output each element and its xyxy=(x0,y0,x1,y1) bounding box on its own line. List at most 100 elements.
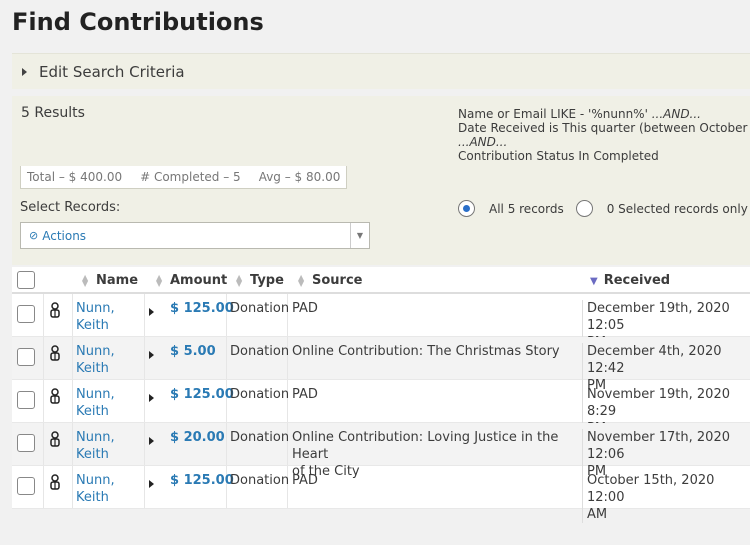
results-panel: 5 Results Name or Email LIKE - '%nunn%' … xyxy=(12,96,750,265)
amount-link[interactable]: $ 125.00 xyxy=(170,473,234,488)
source-cell: PAD xyxy=(292,301,318,316)
select-records-label: Select Records: xyxy=(20,200,121,215)
table-row: Nunn, Keith $ 125.00 Donation PAD Decembe… xyxy=(12,294,750,351)
table-row: Nunn, Keith $ 20.00 Donation Online Contr… xyxy=(12,423,750,480)
person-icon xyxy=(48,302,62,322)
header-amount[interactable]: ▲ ▼ Amount xyxy=(156,273,227,288)
contact-name-link[interactable]: Nunn, Keith xyxy=(76,386,115,420)
amount-link[interactable]: $ 125.00 xyxy=(170,301,234,316)
contact-name-link[interactable]: Nunn, Keith xyxy=(76,472,115,506)
row-checkbox[interactable] xyxy=(17,305,35,323)
header-source-label: Source xyxy=(312,273,363,288)
table-row: Nunn, Keith $ 5.00 Donation Online Contri… xyxy=(12,337,750,394)
name-last: Nunn, xyxy=(76,387,115,402)
name-last: Nunn, xyxy=(76,473,115,488)
expand-row-icon[interactable] xyxy=(149,480,154,488)
sort-icon: ▲ ▼ xyxy=(298,272,305,288)
source-cell: PAD xyxy=(292,387,318,402)
results-summary: Total – $ 400.00 # Completed – 5 Avg – $… xyxy=(20,166,348,189)
header-name-label: Name xyxy=(96,273,139,288)
sort-icon: ▲ ▼ xyxy=(156,272,163,288)
expand-row-icon[interactable] xyxy=(149,437,154,445)
received-date: December 4th, 2020 12:42 xyxy=(587,344,722,376)
radio-all-label: All 5 records xyxy=(489,201,564,216)
name-last: Nunn, xyxy=(76,344,115,359)
header-received-label: Received xyxy=(603,273,671,288)
expand-triangle-icon xyxy=(22,67,27,76)
table-row: Nunn, Keith $ 125.00 Donation PAD October… xyxy=(12,466,750,523)
type-cell: Donation xyxy=(230,430,290,445)
select-all-checkbox[interactable] xyxy=(17,271,35,289)
expand-row-icon[interactable] xyxy=(149,351,154,359)
edit-search-criteria-toggle[interactable]: Edit Search Criteria xyxy=(12,53,750,89)
contact-name-link[interactable]: Nunn, Keith xyxy=(76,429,115,463)
contact-name-link[interactable]: Nunn, Keith xyxy=(76,300,115,334)
circle-check-icon: ⊘ xyxy=(29,229,39,242)
received-date: October 15th, 2020 12:00 xyxy=(587,473,715,505)
summary-avg: Avg – $ 80.00 xyxy=(258,170,341,184)
sort-desc-icon: ▼ xyxy=(590,276,598,287)
amount-link[interactable]: $ 5.00 xyxy=(170,344,216,359)
row-checkbox[interactable] xyxy=(17,391,35,409)
source-cell: PAD xyxy=(292,473,318,488)
amount-link[interactable]: $ 125.00 xyxy=(170,387,234,402)
criteria-and: ...AND... xyxy=(458,135,508,149)
source-line-1: Online Contribution: Loving Justice in t… xyxy=(292,430,559,462)
record-select-radios: All 5 records 0 Selected records only xyxy=(458,200,748,217)
source-cell: Online Contribution: The Christmas Story xyxy=(292,344,560,359)
name-first: Keith xyxy=(76,361,109,376)
header-source[interactable]: ▲ ▼ Source xyxy=(298,273,362,288)
row-checkbox[interactable] xyxy=(17,477,35,495)
amount-link[interactable]: $ 20.00 xyxy=(170,430,225,445)
type-cell: Donation xyxy=(230,344,290,359)
criteria-name: Name or Email LIKE - '%nunn%' xyxy=(458,107,652,121)
table-row: Nunn, Keith $ 125.00 Donation PAD Novembe… xyxy=(12,380,750,437)
summary-total: Total – $ 400.00 xyxy=(27,170,123,184)
row-checkbox[interactable] xyxy=(17,348,35,366)
person-icon xyxy=(48,388,62,408)
table-header: ▲ ▼ Name ▲ ▼ Amount ▲ ▼ Type ▲ ▼ Source ▼ Receive… xyxy=(12,267,750,294)
name-last: Nunn, xyxy=(76,301,115,316)
header-name[interactable]: ▲ ▼ Name xyxy=(82,273,138,288)
received-date: December 19th, 2020 12:05 xyxy=(587,301,730,333)
sort-icon: ▲ ▼ xyxy=(236,272,243,288)
actions-label: Actions xyxy=(42,228,87,243)
radio-selected-records[interactable] xyxy=(575,200,593,217)
header-received[interactable]: ▼ Received xyxy=(590,273,670,288)
person-icon xyxy=(48,474,62,494)
name-first: Keith xyxy=(76,490,109,505)
search-criteria-summary: Name or Email LIKE - '%nunn%' ...AND... … xyxy=(458,107,750,163)
person-icon xyxy=(48,431,62,451)
contact-name-link[interactable]: Nunn, Keith xyxy=(76,343,115,377)
type-cell: Donation xyxy=(230,301,290,316)
type-cell: Donation xyxy=(230,387,290,402)
page-title: Find Contributions xyxy=(12,8,264,36)
received-date: November 19th, 2020 8:29 xyxy=(587,387,730,419)
name-first: Keith xyxy=(76,404,109,419)
edit-search-criteria-label: Edit Search Criteria xyxy=(39,62,185,81)
header-type[interactable]: ▲ ▼ Type xyxy=(236,273,284,288)
contributions-table: ▲ ▼ Name ▲ ▼ Amount ▲ ▼ Type ▲ ▼ Source ▼ Receive… xyxy=(12,267,750,523)
received-cell: October 15th, 2020 12:00 AM xyxy=(582,472,750,523)
criteria-date: Date Received is This quarter (between O… xyxy=(458,121,750,135)
results-count: 5 Results xyxy=(21,105,85,121)
name-first: Keith xyxy=(76,447,109,462)
type-cell: Donation xyxy=(230,473,290,488)
criteria-and: ...AND... xyxy=(651,107,701,121)
radio-all-records[interactable] xyxy=(458,200,475,217)
expand-row-icon[interactable] xyxy=(149,394,154,402)
criteria-status: Contribution Status In Completed xyxy=(458,149,659,163)
summary-completed: # Completed – 5 xyxy=(140,170,241,184)
name-first: Keith xyxy=(76,318,109,333)
radio-selected-label: 0 Selected records only xyxy=(606,201,748,216)
person-icon xyxy=(48,345,62,365)
header-type-label: Type xyxy=(250,273,284,288)
header-amount-label: Amount xyxy=(170,273,228,288)
dropdown-arrow-icon[interactable]: ▼ xyxy=(350,223,369,248)
row-checkbox[interactable] xyxy=(17,434,35,452)
sort-icon: ▲ ▼ xyxy=(82,272,89,288)
name-last: Nunn, xyxy=(76,430,115,445)
table-body: Nunn, Keith $ 125.00 Donation PAD Decembe… xyxy=(12,294,750,523)
actions-dropdown[interactable]: ⊘ Actions ▼ xyxy=(20,222,370,249)
expand-row-icon[interactable] xyxy=(149,308,154,316)
